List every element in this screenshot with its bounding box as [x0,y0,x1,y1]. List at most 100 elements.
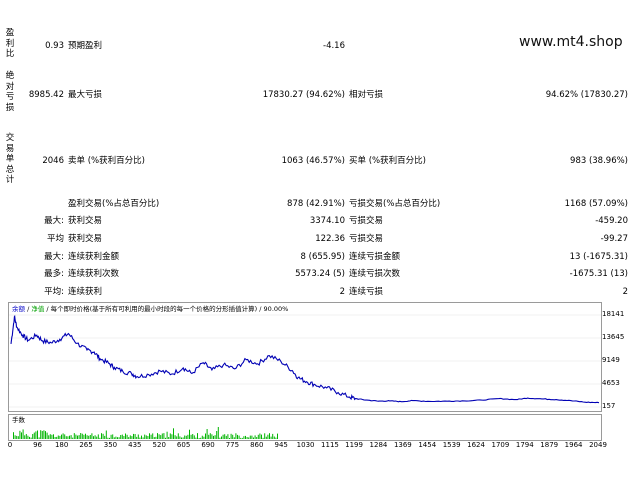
volume-bar [213,435,214,439]
volume-bar [256,437,258,439]
avg-consec-prefix: 平均: [44,287,64,297]
volume-bar [265,436,267,439]
volume-bar [197,433,198,439]
volume-bar [232,434,234,439]
max-consec-wins-value: 8 (655.95) [300,252,345,262]
average-loss-label: 亏损交易 [349,234,384,244]
volume-bar [40,430,42,439]
volume-bar [240,437,242,439]
x-tick-label: 350 [103,441,118,449]
volume-bar [14,435,16,439]
volume-bar [110,434,112,439]
volume-bar [86,435,88,439]
volume-bar [94,435,96,439]
volume-bar [54,437,56,439]
volume-bar [174,435,176,439]
balance-chart-plot [9,314,601,408]
largest-profit-label: 获利交易 [68,216,103,226]
maximal-loss-label: 连续亏损次数 [349,269,401,279]
volume-bar [61,434,62,439]
x-tick-label: 2049 [589,441,607,449]
chart-y-axis: 18141 13645 9149 4653 157 [600,302,638,410]
volume-bar [200,437,202,439]
volume-bar [126,434,128,439]
volume-bar [211,434,213,439]
x-tick-label: 1879 [540,441,559,449]
volume-bar [277,433,278,439]
vlabel-trade-summary: 交易单总计 [5,133,15,185]
short-positions-label: 卖单 (%获利百分比) [68,156,145,166]
volume-bar [150,434,152,439]
volume-bar [182,437,184,439]
volume-bar [153,437,155,439]
volume-bar [190,434,192,439]
volume-bar [267,434,269,439]
balance-chart: 余额 / 净值 / 每个即时价格(基于所有可利用的最小时段的每一个价格的分形插值… [8,302,602,412]
volume-bar [85,433,86,439]
profit-ratio-value: 0.93 [45,41,64,51]
volume-bar [185,435,187,439]
volume-bar [238,435,240,439]
x-tick-label: 435 [128,441,142,449]
maximal-profit-label: 连续获利次数 [68,269,120,279]
volume-bar [245,435,246,439]
volume-bar [253,437,254,439]
volume-bar [80,433,82,439]
volume-bar [29,436,30,439]
volume-bar [179,436,181,439]
volume-bar [43,430,45,439]
volume-bar [201,435,203,439]
volume-bar [261,434,262,439]
volume-bar [67,436,69,439]
volume-bar [254,435,256,439]
avg-consec-wins-label: 连续获利 [68,287,103,297]
volume-bar [139,437,141,439]
relative-drawdown-value: 94.62% (17830.27) [545,90,628,100]
volume-bar [129,435,131,439]
x-tick-label: 180 [54,441,69,449]
volume-bar [205,433,206,439]
vlabel-profit-ratio: 盈利比 [5,28,15,59]
vlabel-absolute-loss: 绝对亏损 [5,71,15,113]
volume-bar [112,434,114,439]
expected-payoff-value: -4.16 [323,41,345,51]
volume-bar [13,432,14,439]
long-positions-value: 983 (38.96%) [570,156,628,166]
volume-bar [248,437,250,439]
x-tick-label: 520 [152,441,166,449]
x-tick-label: 1199 [345,441,363,449]
volume-bar [107,437,109,439]
loss-trades-value: 1168 (57.09%) [564,199,628,209]
largest-loss-value: -459.20 [595,216,628,226]
volume-bar [203,436,205,439]
volume-bar [123,436,125,439]
x-tick-label: 265 [79,441,93,449]
volume-bar [241,437,243,439]
volume-bar [264,433,266,439]
x-tick-label: 96 [33,441,43,449]
volume-bar [136,436,138,439]
volume-bar [221,436,222,439]
x-tick-label: 1030 [296,441,315,449]
x-tick-label: 690 [201,441,215,449]
volume-bar [33,432,35,439]
largest-loss-label: 亏损交易 [349,216,384,226]
volume-bar [118,437,120,439]
max-consec-prefix: 最大: [44,252,64,262]
volume-bar [56,436,58,439]
average-profit-value: 122.36 [315,234,345,244]
volume-bar [88,435,90,439]
volume-bar [105,430,107,439]
volume-bar [206,429,208,439]
volume-bar [157,433,158,439]
volume-bar [102,433,104,439]
avg-consec-losses-label: 连续亏损 [349,287,384,297]
volume-bar [270,436,272,439]
volume-bar [120,435,122,439]
volume-bar [30,437,32,439]
volume-bar [189,429,190,439]
volume-bar [141,435,142,439]
volume-bar [259,433,261,439]
volume-bar [137,434,139,439]
y-tick-label: 13645 [602,333,625,341]
